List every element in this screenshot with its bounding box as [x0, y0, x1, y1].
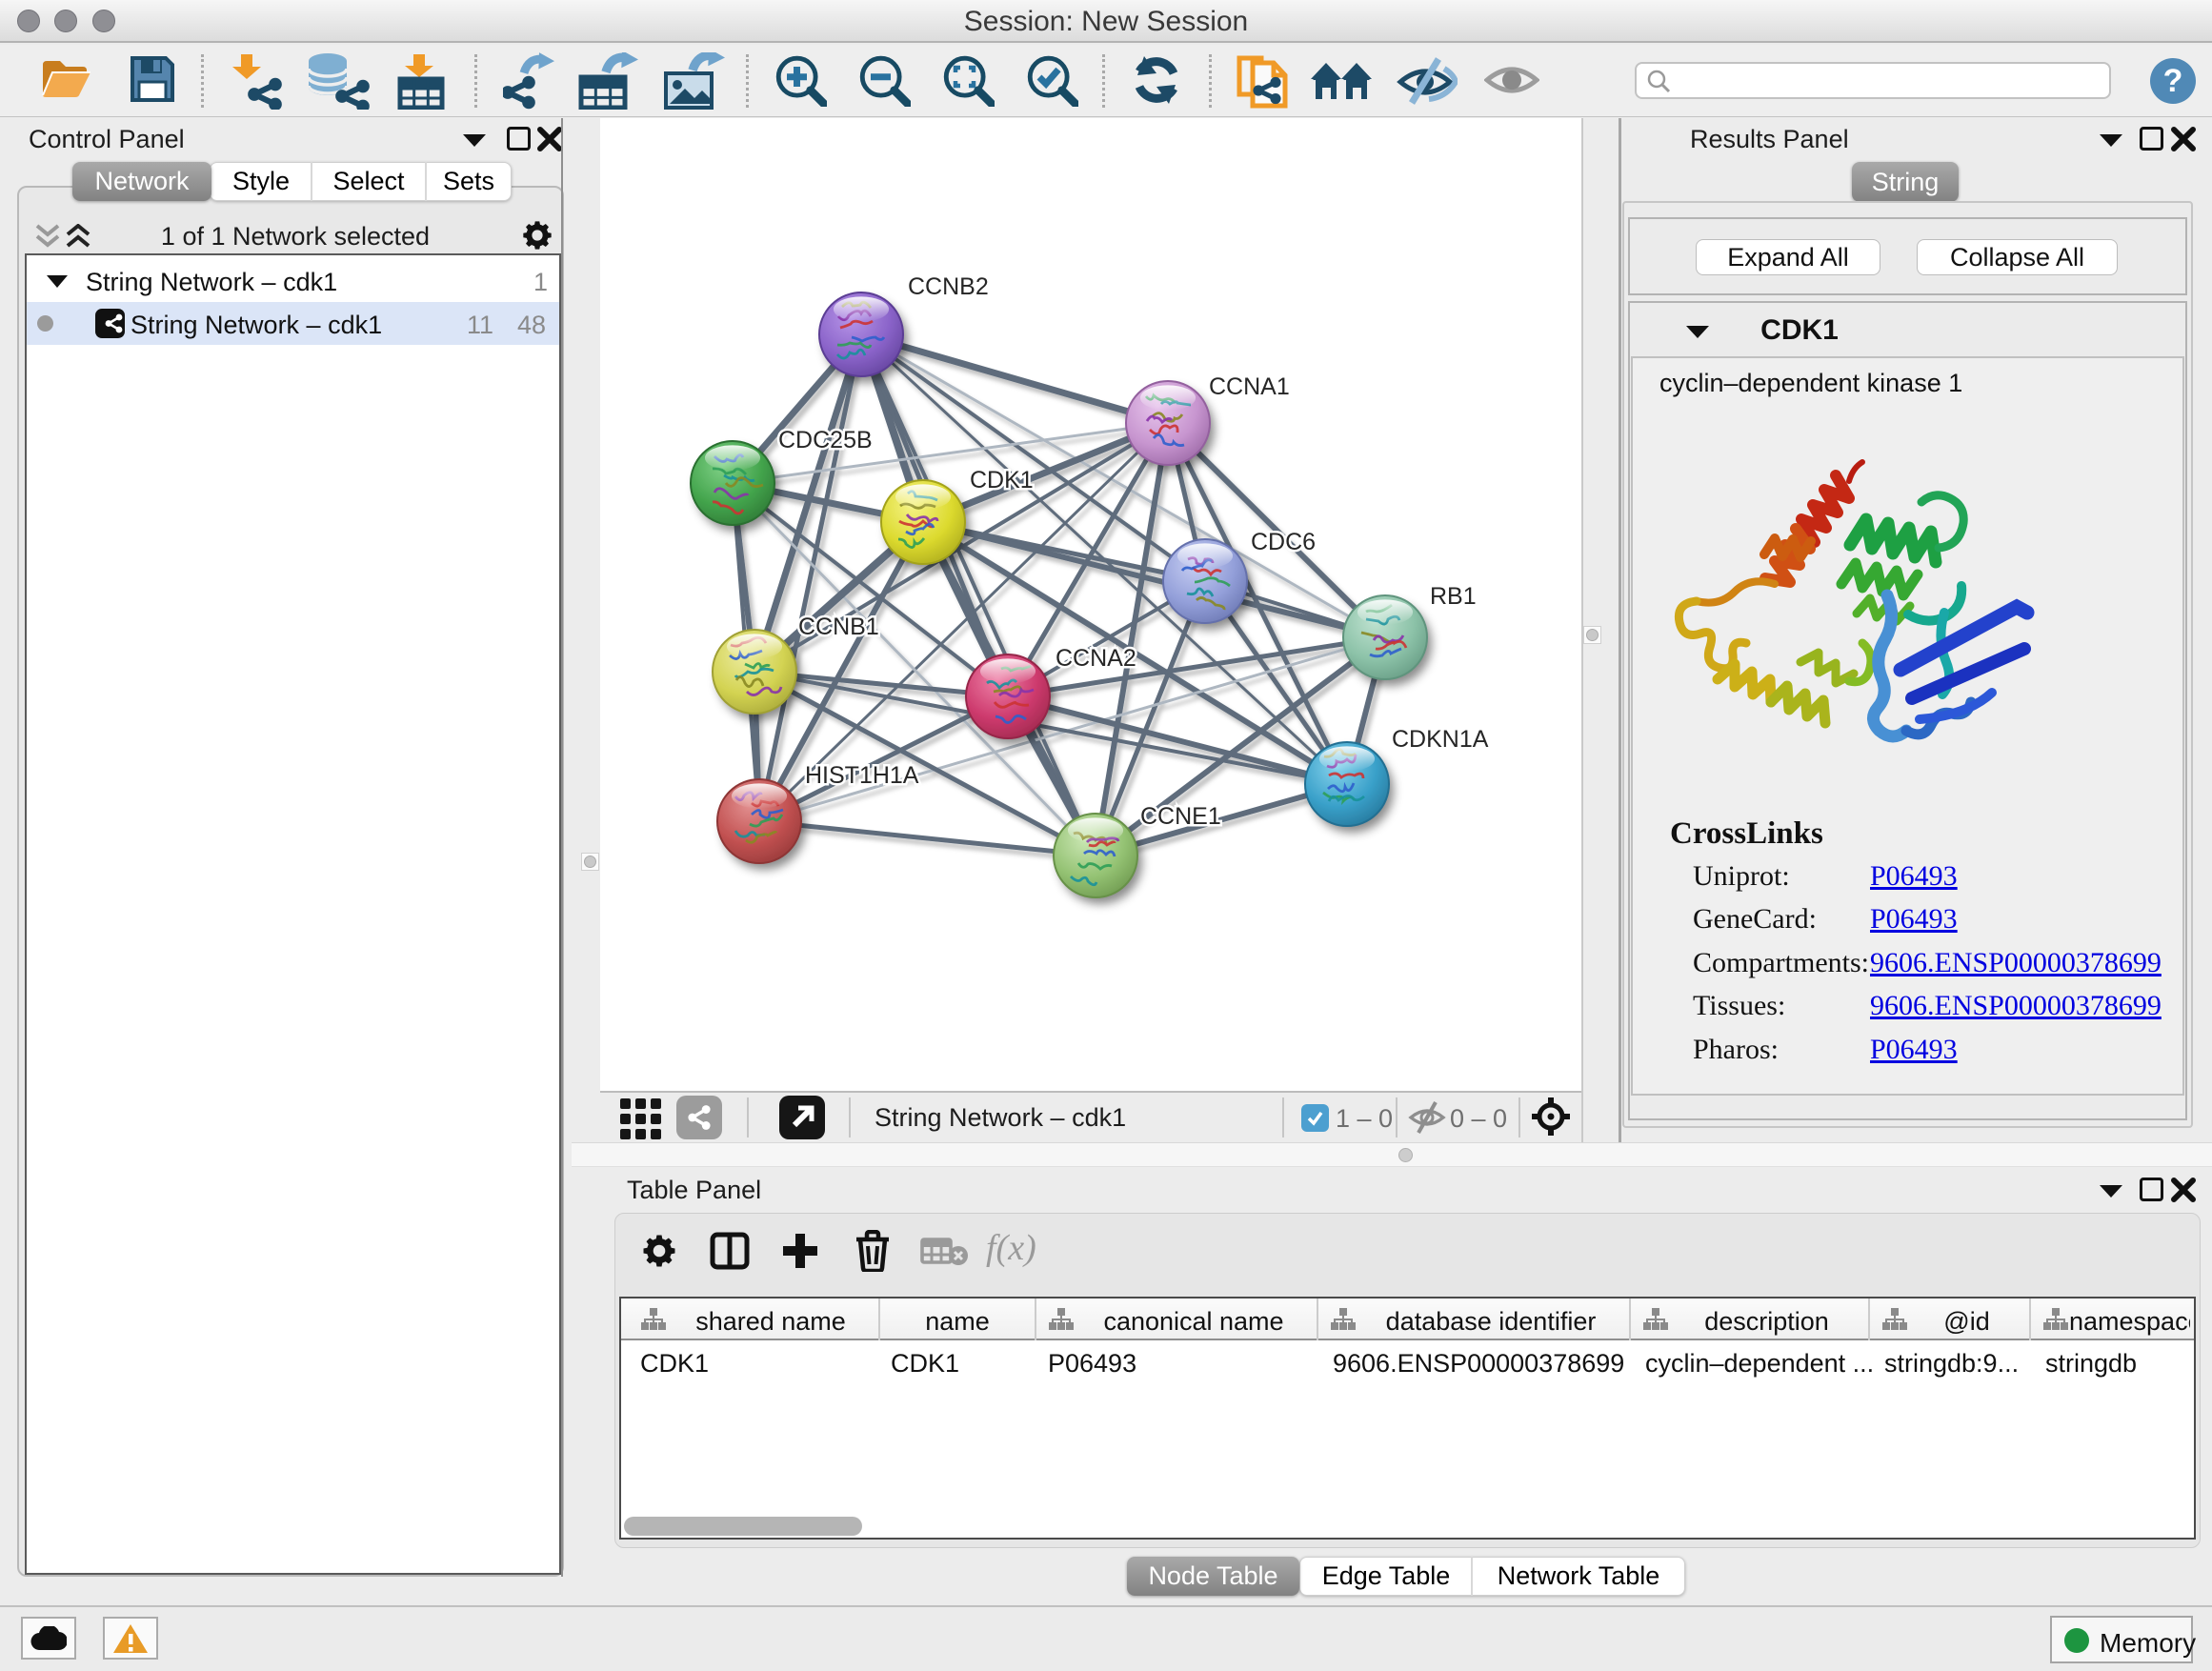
- svg-text:CDC25B: CDC25B: [778, 427, 873, 453]
- svg-text:CDC6: CDC6: [1251, 529, 1316, 555]
- svg-text:CDK1: CDK1: [970, 467, 1034, 493]
- svg-text:CDKN1A: CDKN1A: [1392, 726, 1489, 753]
- svg-text:CCNE1: CCNE1: [1140, 803, 1221, 830]
- svg-text:RB1: RB1: [1430, 583, 1477, 610]
- svg-text:CCNA1: CCNA1: [1209, 373, 1290, 400]
- svg-text:CCNB2: CCNB2: [908, 273, 989, 300]
- svg-text:CCNA2: CCNA2: [1056, 645, 1136, 672]
- svg-text:HIST1H1A: HIST1H1A: [805, 762, 919, 789]
- svg-text:CCNB1: CCNB1: [798, 614, 879, 640]
